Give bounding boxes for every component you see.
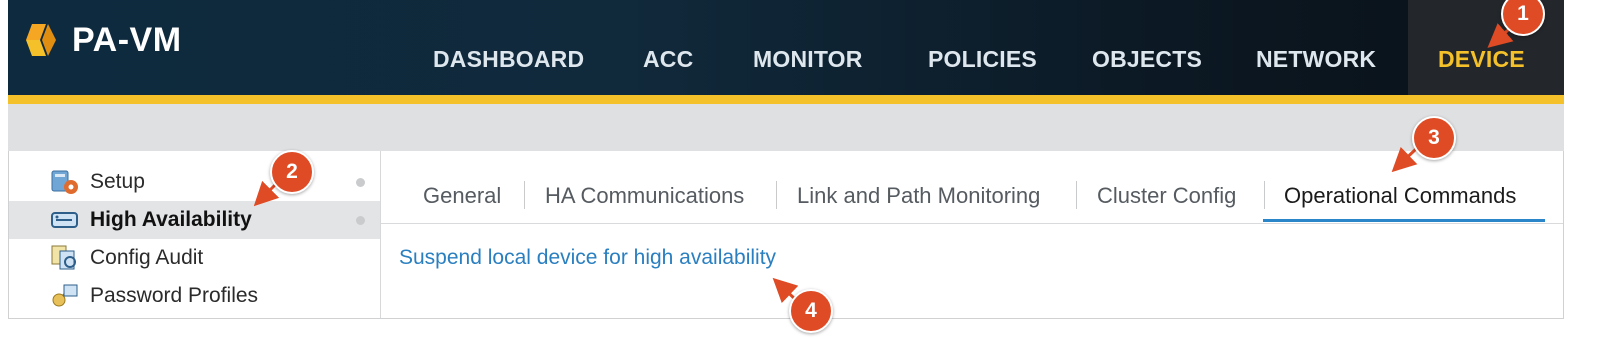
password-profiles-icon — [50, 282, 80, 310]
nav-device[interactable]: DEVICE — [1438, 46, 1525, 73]
panel-border-right — [1563, 151, 1564, 319]
tab-general[interactable]: General — [423, 183, 501, 209]
tab-cluster-config[interactable]: Cluster Config — [1097, 183, 1236, 209]
nav-network[interactable]: NETWORK — [1256, 46, 1376, 73]
tab-divider — [1264, 181, 1265, 209]
nav-policies[interactable]: POLICIES — [928, 46, 1037, 73]
tab-ha-communications[interactable]: HA Communications — [545, 183, 744, 209]
tab-link-and-path-monitoring[interactable]: Link and Path Monitoring — [797, 183, 1040, 209]
sidebar-item-label: Config Audit — [90, 246, 204, 269]
sidebar-item-label: High Availability — [90, 208, 252, 231]
device-sidebar: Setup High Availability Config Audit Pas… — [8, 151, 381, 319]
setup-icon — [50, 168, 80, 196]
callout-badge-3: 3 — [1412, 116, 1456, 160]
high-availability-icon — [50, 206, 80, 234]
tab-operational-commands[interactable]: Operational Commands — [1284, 183, 1516, 209]
active-tab-indicator — [1263, 219, 1545, 222]
paloalto-logo-icon — [20, 20, 60, 60]
status-dot — [356, 177, 365, 187]
sidebar-item-password-profiles[interactable]: Password Profiles — [8, 277, 380, 315]
nav-dashboard[interactable]: DASHBOARD — [433, 46, 584, 73]
panel-border-left — [8, 151, 9, 319]
sidebar-item-config-audit[interactable]: Config Audit — [8, 239, 380, 277]
pa-vm-logo: PA-VM — [20, 20, 182, 60]
nav-acc[interactable]: ACC — [643, 46, 693, 73]
callout-badge-4: 4 — [789, 289, 833, 333]
suspend-local-device-link[interactable]: Suspend local device for high availabili… — [399, 246, 776, 270]
sidebar-item-label: Setup — [90, 170, 145, 193]
sidebar-item-high-availability[interactable]: High Availability — [8, 201, 380, 239]
panel-border-bottom — [8, 318, 1564, 319]
tab-divider — [776, 181, 777, 209]
sidebar-item-label: Password Profiles — [90, 284, 259, 307]
sub-header-band — [8, 104, 1564, 151]
sidebar-item-setup[interactable]: Setup — [8, 163, 380, 201]
header-accent-bar — [8, 95, 1564, 104]
tab-divider — [1076, 181, 1077, 209]
callout-badge-2: 2 — [270, 150, 314, 194]
nav-monitor[interactable]: MONITOR — [753, 46, 863, 73]
logo-text: PA-VM — [72, 20, 182, 59]
status-dot — [356, 215, 365, 225]
nav-objects[interactable]: OBJECTS — [1092, 46, 1202, 73]
config-audit-icon — [50, 244, 80, 272]
tab-divider — [524, 181, 525, 209]
